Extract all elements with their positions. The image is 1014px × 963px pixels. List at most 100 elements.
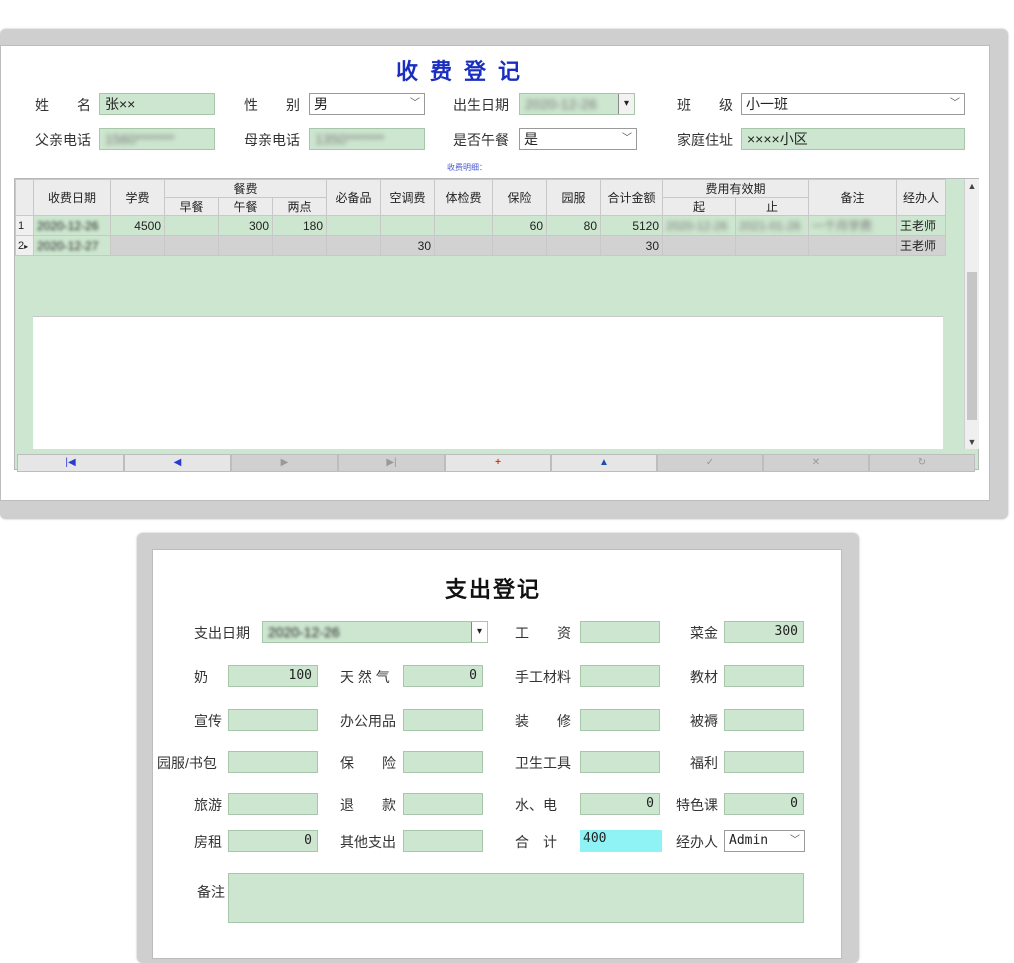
cell-uniform[interactable] (546, 235, 602, 256)
col-header-ac[interactable]: 空调费 (380, 179, 436, 216)
cell-to[interactable] (735, 235, 810, 256)
uniform-bag-field[interactable] (228, 751, 318, 773)
utilities-field[interactable]: 0 (580, 793, 660, 815)
cell-supplies[interactable] (326, 235, 382, 256)
craft-field[interactable] (580, 665, 660, 687)
decor-field[interactable] (580, 709, 660, 731)
nav-next-button[interactable]: ▶ (231, 454, 338, 472)
cell-insurance[interactable]: 60 (492, 215, 548, 236)
date-picker-icon[interactable]: ▾ (471, 622, 487, 642)
vegetables-field[interactable]: 300 (724, 621, 804, 643)
col-header-from[interactable]: 起 (662, 197, 737, 216)
col-header-uniform[interactable]: 园服 (546, 179, 602, 216)
col-header-handler[interactable]: 经办人 (896, 179, 947, 216)
welfare-field[interactable] (724, 751, 804, 773)
birth-date-field[interactable]: 2020-12-26 ▾ (519, 93, 635, 115)
col-header-tuition[interactable]: 学费 (110, 179, 165, 216)
detail-label: 收费明细： (447, 163, 487, 172)
rent-field[interactable]: 0 (228, 830, 318, 852)
col-header-supplies[interactable]: 必备品 (326, 179, 382, 216)
col-header-lunch[interactable]: 午餐 (218, 197, 273, 216)
cell-lunch[interactable] (218, 235, 273, 256)
cell-handler[interactable]: 王老师 (896, 235, 947, 256)
gender-select[interactable]: 男 ﹀ (309, 93, 425, 115)
cell-lunch[interactable]: 300 (218, 215, 273, 236)
cell-from[interactable]: 2020-12-26 (662, 215, 737, 236)
cell-tuition[interactable] (110, 235, 165, 256)
lunch-select[interactable]: 是 ﹀ (519, 128, 637, 150)
travel-field[interactable] (228, 793, 318, 815)
date-picker-icon[interactable]: ▾ (618, 94, 634, 114)
cell-total[interactable]: 5120 (600, 215, 664, 236)
bedding-field[interactable] (724, 709, 804, 731)
cell-checkup[interactable] (434, 235, 494, 256)
cell-handler[interactable]: 王老师 (896, 215, 947, 236)
col-header-to[interactable]: 止 (735, 197, 810, 216)
col-header-remark[interactable]: 备注 (808, 179, 898, 216)
expense-date-field[interactable]: 2020-12-26 ▾ (262, 621, 488, 643)
scroll-thumb[interactable] (967, 272, 977, 420)
mother-phone-field[interactable]: 1350******* (309, 128, 425, 150)
milk-field[interactable]: 100 (228, 665, 318, 687)
other-expense-field[interactable] (403, 830, 483, 852)
refund-field[interactable] (403, 793, 483, 815)
cell-ac[interactable]: 30 (380, 235, 436, 256)
cell-tuition[interactable]: 4500 (110, 215, 165, 236)
remark-field[interactable] (228, 873, 804, 923)
nav-last-button[interactable]: ▶| (338, 454, 445, 472)
cell-from[interactable] (662, 235, 737, 256)
cell-date[interactable]: 2020-12-27 (33, 235, 111, 256)
special-course-field[interactable]: 0 (724, 793, 804, 815)
nav-delete-button[interactable]: ▲ (551, 454, 657, 472)
col-header-checkup[interactable]: 体检费 (434, 179, 494, 216)
cell-breakfast[interactable] (164, 235, 219, 256)
nav-prev-button[interactable]: ◀ (124, 454, 231, 472)
cell-checkup[interactable] (434, 215, 494, 236)
cell-snack[interactable]: 180 (271, 215, 328, 236)
table-row[interactable]: 1 2020-12-26 4500 300 180 60 80 5120 202… (15, 215, 947, 236)
address-field[interactable]: ××××小区 (741, 128, 965, 150)
cell-remark[interactable] (808, 235, 898, 256)
col-header-insurance[interactable]: 保险 (492, 179, 548, 216)
gas-field[interactable]: 0 (403, 665, 483, 687)
cell-supplies[interactable] (326, 215, 382, 236)
col-header-breakfast[interactable]: 早餐 (164, 197, 219, 216)
cell-to[interactable]: 2021-01-26 (735, 215, 810, 236)
cell-remark[interactable]: 一个月学费 (808, 215, 898, 236)
father-phone-field[interactable]: 1560******* (99, 128, 215, 150)
table-row[interactable]: 2▸ 2020-12-27 30 30 王老师 (15, 235, 947, 256)
col-header-valid: 费用有效期 (662, 179, 810, 198)
row-number: 2▸ (15, 235, 34, 256)
col-header-snack[interactable]: 两点 (271, 197, 328, 216)
nav-cancel-button[interactable]: ✕ (763, 454, 869, 472)
nav-save-button[interactable]: ✓ (657, 454, 763, 472)
nav-refresh-button[interactable]: ↻ (869, 454, 975, 472)
cell-uniform[interactable]: 80 (546, 215, 602, 236)
handler-select[interactable]: Admin ﹀ (724, 830, 805, 852)
promo-field[interactable] (228, 709, 318, 731)
col-header-date[interactable]: 收费日期 (33, 179, 111, 216)
hygiene-field[interactable] (580, 751, 660, 773)
class-select[interactable]: 小一班 ﹀ (741, 93, 965, 115)
cell-breakfast[interactable] (164, 215, 219, 236)
cell-date[interactable]: 2020-12-26 (33, 215, 111, 236)
col-header-total[interactable]: 合计金额 (600, 179, 664, 216)
cell-snack[interactable] (271, 235, 328, 256)
father-phone-value: 1560******* (105, 131, 175, 147)
insurance-field[interactable] (403, 751, 483, 773)
scroll-up-icon[interactable]: ▲ (965, 179, 979, 193)
cell-ac[interactable] (380, 215, 436, 236)
address-label: 家庭住址 (677, 132, 733, 148)
name-field[interactable]: 张×× (99, 93, 215, 115)
cell-insurance[interactable] (492, 235, 548, 256)
scroll-down-icon[interactable]: ▼ (965, 435, 979, 449)
office-field[interactable] (403, 709, 483, 731)
handler-value: Admin (729, 833, 769, 848)
textbook-field[interactable] (724, 665, 804, 687)
nav-first-button[interactable]: |◀ (17, 454, 124, 472)
nav-add-button[interactable]: + (445, 454, 551, 472)
cell-date-value: 2020-12-26 (37, 218, 99, 233)
grid-scrollbar[interactable]: ▲ ▼ (964, 179, 979, 449)
cell-total[interactable]: 30 (600, 235, 664, 256)
salary-field[interactable] (580, 621, 660, 643)
